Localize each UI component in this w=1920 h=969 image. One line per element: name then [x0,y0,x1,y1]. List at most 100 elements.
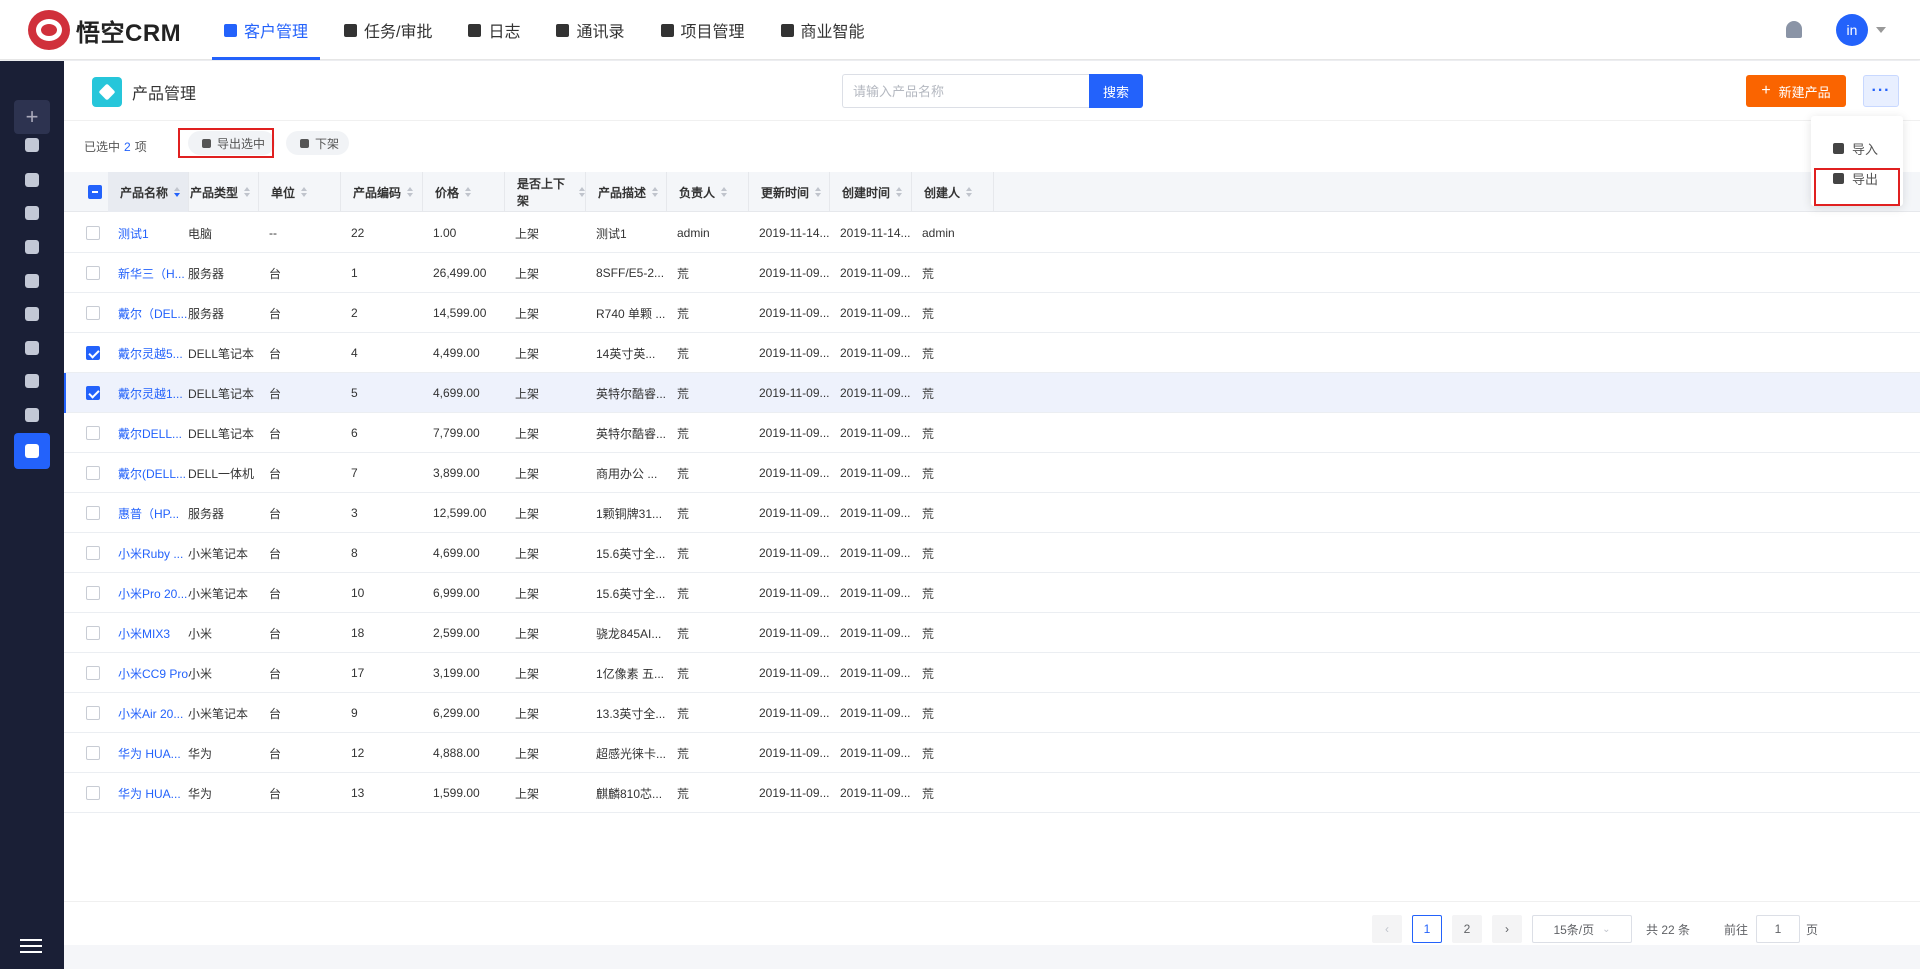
nav-item-5[interactable]: 商业智能 [769,0,877,60]
sort-icon[interactable] [465,187,472,197]
take-down-button[interactable]: 下架 [286,131,350,155]
sort-icon[interactable] [407,187,414,197]
row-checkbox[interactable] [86,546,100,560]
product-name-link[interactable]: 小米CC9 Pro [108,653,189,693]
column-header[interactable]: 创建时间 [830,172,912,212]
table-row[interactable]: 小米Pro 20... 小米笔记本 台 10 6,999.00 上架 15.6英寸全... 荒… [64,573,1920,613]
bell-icon[interactable] [1786,21,1802,38]
product-name-link[interactable]: 新华三（H... [108,253,189,293]
table-row[interactable]: 戴尔（DEL... 服务器 台 2 14,599.00 上架 R740 单颗 ... 荒 201… [64,293,1920,333]
row-checkbox[interactable] [86,426,100,440]
row-checkbox[interactable] [86,346,100,360]
menu-collapse-icon[interactable] [20,939,42,953]
page-1-button[interactable]: 1 [1412,915,1442,943]
table-row[interactable]: 测试1 电脑 -- 22 1.00 上架 测试1 admin 2019-11-14... 2019… [64,213,1920,253]
sort-icon[interactable] [966,187,973,197]
row-checkbox[interactable] [86,266,100,280]
import-menu-item[interactable]: 导入 [1811,132,1903,164]
table-row[interactable]: 小米Ruby ... 小米笔记本 台 8 4,699.00 上架 15.6英寸全... 荒 20… [64,533,1920,573]
row-checkbox[interactable] [86,506,100,520]
row-checkbox[interactable] [86,386,100,400]
search-input[interactable] [842,74,1089,108]
row-checkbox[interactable] [86,666,100,680]
nav-item-4[interactable]: 项目管理 [649,0,757,60]
sidebar-item-2[interactable] [14,195,50,231]
app-logo[interactable]: 悟空CRM [28,10,181,50]
sidebar-item-9[interactable] [14,433,50,469]
row-checkbox[interactable] [86,786,100,800]
column-header[interactable]: 产品编码 [341,172,423,212]
page-size-select[interactable]: 15条/页 ⌄ [1532,915,1632,943]
column-header[interactable]: 创建人 [912,172,994,212]
column-header[interactable]: 产品描述 [586,172,667,212]
column-header[interactable]: 单位 [259,172,341,212]
more-button[interactable]: ··· [1863,75,1899,107]
prev-page-button[interactable]: ‹ [1372,915,1402,943]
product-name-link[interactable]: 戴尔（DEL... [108,293,189,333]
row-checkbox[interactable] [86,586,100,600]
nav-item-1[interactable]: 任务/审批 [332,0,444,60]
page-2-button[interactable]: 2 [1452,915,1482,943]
row-checkbox[interactable] [86,626,100,640]
column-header[interactable]: 负责人 [667,172,749,212]
column-header[interactable]: 更新时间 [749,172,830,212]
product-name-link[interactable]: 小米MIX3 [108,613,189,653]
table-row[interactable]: 戴尔DELL... DELL笔记本台 6 7,799.00 上架 英特尔酷睿... 荒 201… [64,413,1920,453]
table-row[interactable]: 小米CC9 Pro 小米 台 17 3,199.00 上架 1亿像素 五... 荒 2019-1… [64,653,1920,693]
column-header[interactable]: 产品名称 [108,172,189,212]
chevron-down-icon[interactable] [1876,27,1886,33]
sidebar-item-4[interactable] [14,263,50,299]
sidebar-item-6[interactable] [14,330,50,366]
sidebar-item-8[interactable] [14,397,50,433]
product-name-link[interactable]: 测试1 [108,213,189,253]
sort-icon[interactable] [244,187,251,197]
product-name-link[interactable]: 戴尔(DELL... [108,453,189,493]
nav-item-0[interactable]: 客户管理 [212,0,321,60]
sidebar-item-3[interactable] [14,229,50,265]
sidebar-item-5[interactable] [14,296,50,332]
table-row[interactable]: 惠普（HP... 服务器 台 3 12,599.00 上架 1颗铜牌31... 荒 2019-1… [64,493,1920,533]
table-row[interactable]: 戴尔(DELL... DELL一体机台 7 3,899.00 上架 商用办公 ... 荒 20… [64,453,1920,493]
nav-item-2[interactable]: 日志 [456,0,532,60]
table-row[interactable]: 华为 HUA... 华为 台 13 1,599.00 上架 麒麟810芯... 荒 2019-1… [64,773,1920,813]
sidebar-item-1[interactable] [14,162,50,198]
sidebar-item-7[interactable] [14,363,50,399]
product-name-link[interactable]: 华为 HUA... [108,733,189,773]
table-row[interactable]: 华为 HUA... 华为 台 12 4,888.00 上架 超感光徕卡... 荒 2019-11… [64,733,1920,773]
product-name-link[interactable]: 戴尔灵越5... [108,333,189,373]
product-name-link[interactable]: 华为 HUA... [108,773,189,813]
table-row[interactable]: 新华三（H... 服务器 台 1 26,499.00 上架 8SFF/E5-2... 荒 201… [64,253,1920,293]
column-header[interactable]: 是否上下架 [505,172,586,212]
sort-icon[interactable] [578,187,585,197]
new-product-button[interactable]: + 新建产品 [1746,75,1846,107]
product-name-link[interactable]: 小米Air 20... [108,693,189,733]
column-header[interactable]: 价格 [423,172,505,212]
row-checkbox[interactable] [86,466,100,480]
row-checkbox[interactable] [86,746,100,760]
row-checkbox[interactable] [86,226,100,240]
product-name-link[interactable]: 小米Pro 20... [108,573,189,613]
select-all-checkbox[interactable] [88,185,102,199]
sort-icon[interactable] [652,187,659,197]
table-row[interactable]: 戴尔灵越5... DELL笔记本台 4 4,499.00 上架 14英寸英... 荒 2019… [64,333,1920,373]
row-checkbox[interactable] [86,706,100,720]
product-name-link[interactable]: 戴尔灵越1... [108,373,189,413]
product-name-link[interactable]: 戴尔DELL... [108,413,189,453]
sort-icon[interactable] [896,187,903,197]
table-row[interactable]: 小米Air 20... 小米笔记本台 9 6,299.00 上架 13.3英寸全... 荒 2… [64,693,1920,733]
next-page-button[interactable]: › [1492,915,1522,943]
row-checkbox[interactable] [86,306,100,320]
goto-page-input[interactable]: 1 [1756,915,1800,943]
sort-icon[interactable] [301,187,308,197]
product-name-link[interactable]: 惠普（HP... [108,493,189,533]
search-button[interactable]: 搜索 [1089,74,1143,108]
column-header[interactable]: 产品类型 [178,172,259,212]
avatar[interactable]: in [1836,14,1868,46]
product-name-link[interactable]: 小米Ruby ... [108,533,189,573]
nav-item-3[interactable]: 通讯录 [544,0,636,60]
sidebar-item-0[interactable] [14,127,50,163]
sort-icon[interactable] [721,187,728,197]
table-row[interactable]: 戴尔灵越1... DELL笔记本台 5 4,699.00 上架 英特尔酷睿... 荒 2019… [64,373,1920,413]
table-row[interactable]: 小米MIX3 小米 台 18 2,599.00 上架 骁龙845AI... 荒 2019-11-… [64,613,1920,653]
sort-icon[interactable] [815,187,822,197]
